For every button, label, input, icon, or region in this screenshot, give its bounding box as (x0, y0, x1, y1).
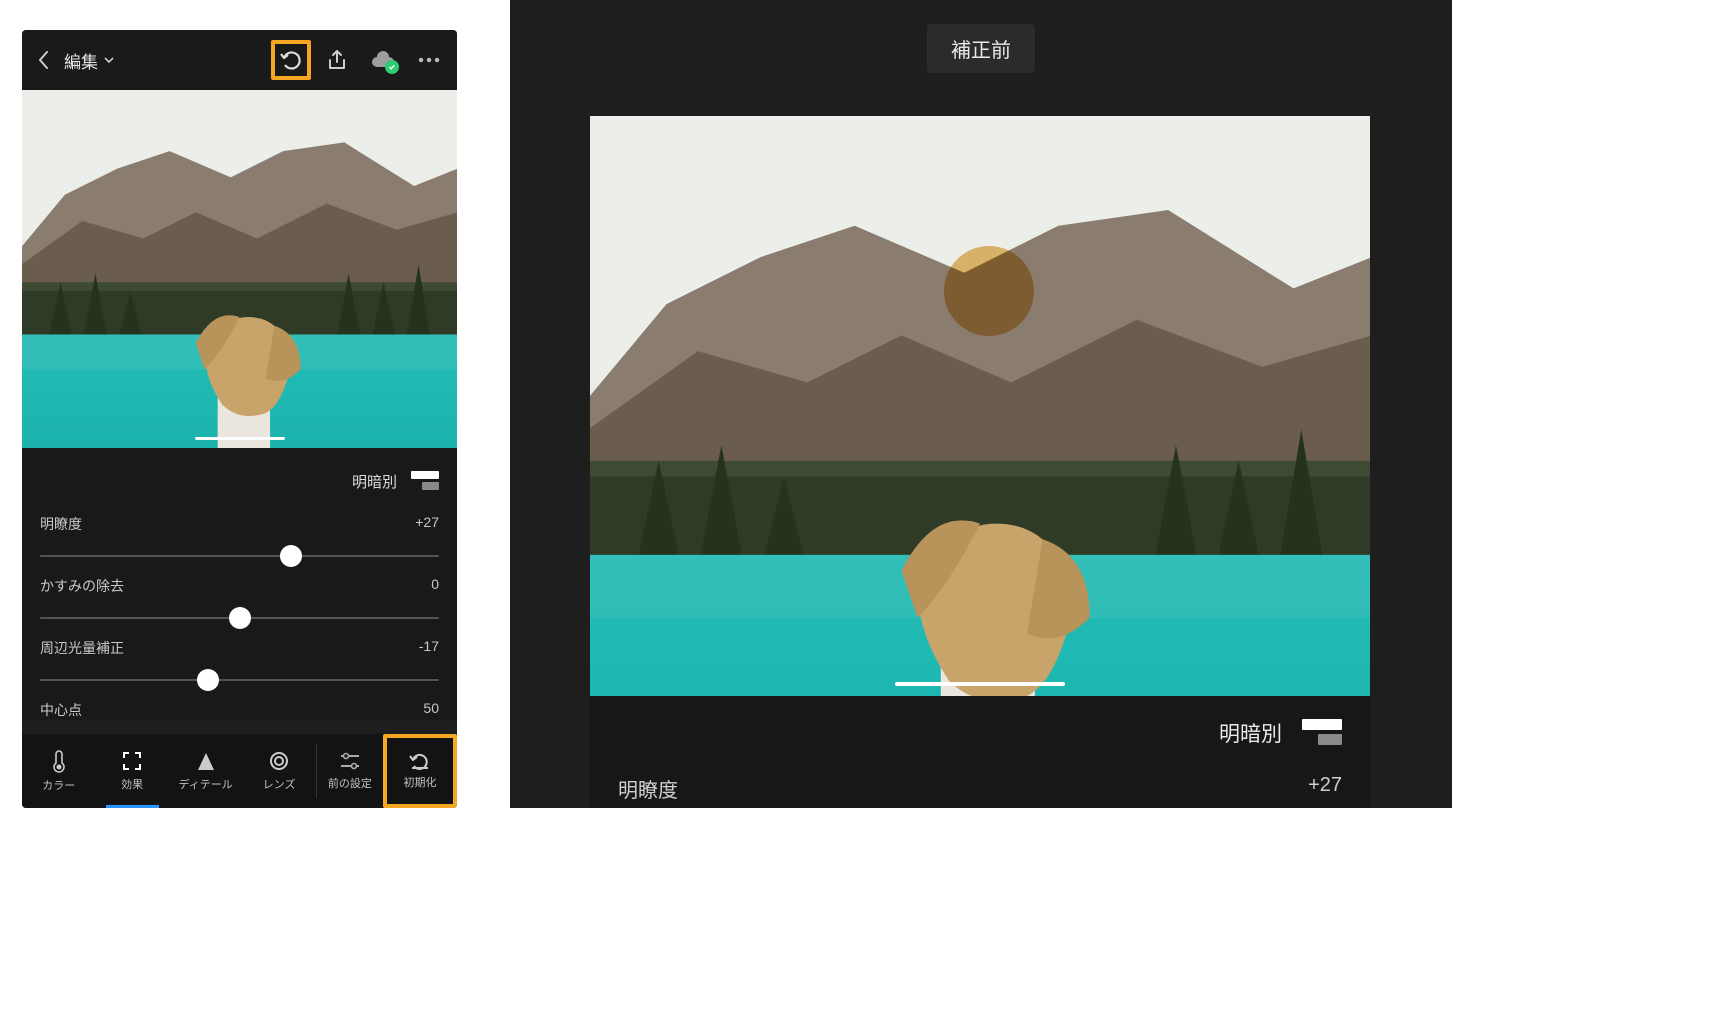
effects-controls: 明暗別 明瞭度 +27 かすみの除去 0 (22, 448, 457, 720)
fullscreen-icon (121, 750, 143, 772)
dehaze-slider[interactable] (40, 606, 439, 630)
tab-effect[interactable]: 効果 (95, 734, 168, 808)
dehaze-label: かすみの除去 (40, 576, 124, 596)
top-bar: 編集 (22, 30, 457, 90)
split-tone-icon[interactable] (411, 471, 439, 491)
tab-color[interactable]: カラー (22, 734, 95, 808)
chevron-down-icon (104, 57, 114, 63)
tab-lens[interactable]: レンズ (242, 734, 315, 808)
timeline-indicator (895, 682, 1065, 686)
clarity-slider-row: 明瞭度 +27 (40, 514, 439, 568)
mode-dropdown[interactable]: 編集 (64, 48, 114, 73)
mobile-editor-panel: 編集 明暗別 明 (22, 30, 457, 808)
midpoint-value: 50 (423, 700, 439, 720)
split-tone-icon[interactable] (1302, 719, 1342, 747)
clarity-row: 明瞭度 +27 (618, 774, 1342, 803)
back-button[interactable] (30, 46, 58, 74)
vignette-label: 周辺光量補正 (40, 638, 124, 658)
midpoint-label: 中心点 (40, 700, 82, 720)
dehaze-slider-row: かすみの除去 0 (40, 576, 439, 630)
more-button[interactable] (409, 40, 449, 80)
cloud-sync-button[interactable] (363, 40, 403, 80)
before-photo[interactable] (590, 116, 1370, 696)
timeline-indicator (195, 437, 285, 440)
clarity-slider[interactable] (40, 544, 439, 568)
clarity-label: 明瞭度 (618, 774, 678, 803)
split-tone-label: 明暗別 (352, 471, 397, 492)
cloud-check-badge (385, 60, 399, 74)
mode-label: 編集 (64, 48, 98, 73)
before-preview-panel: 補正前 明暗別 明瞭度 +27 (510, 0, 1452, 808)
undo-button[interactable] (271, 40, 311, 80)
photo-preview[interactable] (22, 90, 457, 448)
midpoint-slider-row: 中心点 50 (40, 700, 439, 720)
thermometer-icon (49, 749, 69, 773)
share-button[interactable] (317, 40, 357, 80)
reset-icon (408, 752, 432, 770)
triangle-icon (196, 750, 216, 772)
before-controls: 明暗別 明瞭度 +27 (590, 696, 1370, 808)
clarity-value: +27 (1308, 774, 1342, 803)
vignette-value: -17 (419, 638, 439, 658)
clarity-label: 明瞭度 (40, 514, 82, 534)
clarity-value: +27 (415, 514, 439, 534)
sliders-icon (339, 751, 361, 771)
split-tone-toggle-row: 明暗別 (40, 462, 439, 500)
touch-indicator (944, 246, 1034, 336)
dehaze-value: 0 (431, 576, 439, 596)
before-label-pill: 補正前 (927, 24, 1035, 73)
tab-previous[interactable]: 前の設定 (317, 734, 383, 808)
lens-icon (268, 750, 290, 772)
tab-reset[interactable]: 初期化 (383, 734, 457, 808)
tab-detail[interactable]: ディテール (169, 734, 242, 808)
split-tone-toggle-row: 明暗別 (618, 710, 1342, 756)
vignette-slider[interactable] (40, 668, 439, 692)
split-tone-label: 明暗別 (1219, 718, 1282, 748)
vignette-slider-row: 周辺光量補正 -17 (40, 638, 439, 692)
bottom-tab-bar: カラー 効果 ディテール レンズ 前の設定 初期化 (22, 734, 457, 808)
